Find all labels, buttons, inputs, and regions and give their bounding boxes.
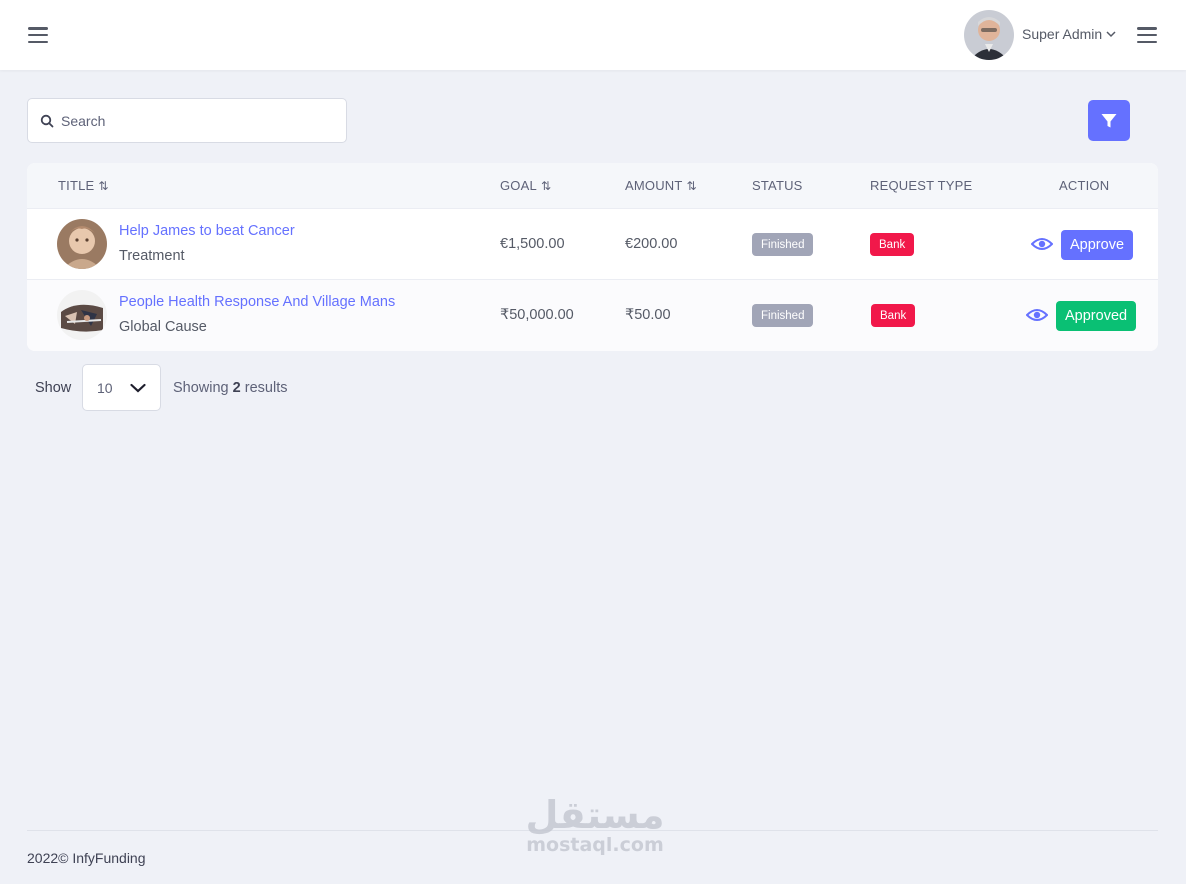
user-menu-dropdown[interactable]: Super Admin	[1022, 26, 1116, 42]
header-menu-hamburger-icon[interactable]	[1137, 27, 1157, 43]
approve-button[interactable]: Approve	[1061, 230, 1134, 260]
per-page-value: 10	[97, 379, 113, 396]
filter-button[interactable]	[1088, 100, 1130, 141]
column-header-title[interactable]: TITLE ⇅	[58, 178, 109, 193]
sort-icon: ⇅	[686, 178, 697, 193]
request-type-badge: Bank	[870, 233, 915, 256]
watermark-logo: مستقل mostaql.com	[525, 793, 665, 856]
eye-icon[interactable]	[1031, 236, 1053, 252]
campaign-title-link[interactable]: Help James to beat Cancer	[119, 223, 295, 239]
sidebar-toggle-hamburger-icon[interactable]	[28, 27, 48, 43]
user-name-label: Super Admin	[1022, 26, 1103, 42]
campaign-category: Treatment	[119, 248, 185, 264]
campaign-title-link[interactable]: People Health Response And Village Mans	[119, 294, 395, 310]
filter-icon	[1101, 113, 1117, 127]
amount-value: ₹50.00	[625, 307, 671, 323]
campaign-requests-table: TITLE ⇅ GOAL ⇅ AMOUNT ⇅ STATUS REQUEST T…	[27, 163, 1158, 351]
campaign-thumbnail	[57, 219, 107, 269]
amount-value: €200.00	[625, 236, 678, 252]
sort-icon: ⇅	[98, 178, 109, 193]
column-header-goal[interactable]: GOAL ⇅	[500, 178, 551, 193]
approved-button[interactable]: Approved	[1056, 301, 1137, 331]
column-header-status: STATUS	[752, 178, 803, 193]
column-header-amount[interactable]: AMOUNT ⇅	[625, 178, 697, 193]
chevron-down-icon	[1106, 31, 1116, 38]
chevron-down-icon	[130, 383, 146, 392]
search-field[interactable]	[27, 98, 347, 143]
request-type-badge: Bank	[871, 304, 916, 327]
eye-icon[interactable]	[1026, 307, 1048, 323]
table-row: Help James to beat Cancer Treatment €1,5…	[27, 209, 1158, 280]
per-page-select[interactable]: 10	[82, 364, 161, 411]
campaign-category: Global Cause	[119, 319, 207, 335]
results-count: 2	[232, 380, 241, 396]
goal-value: €1,500.00	[500, 236, 565, 252]
search-icon	[40, 114, 54, 127]
column-header-request-type: REQUEST TYPE	[870, 178, 973, 193]
status-badge: Finished	[752, 233, 814, 256]
campaign-thumbnail	[57, 290, 107, 340]
show-label: Show	[35, 380, 72, 396]
user-avatar[interactable]	[964, 10, 1014, 60]
results-summary: Showing 2 results	[173, 380, 288, 396]
table-row: People Health Response And Village Mans …	[27, 280, 1158, 351]
table-header: TITLE ⇅ GOAL ⇅ AMOUNT ⇅ STATUS REQUEST T…	[27, 163, 1158, 209]
column-header-action: ACTION	[1059, 178, 1110, 193]
status-badge: Finished	[752, 304, 814, 327]
goal-value: ₹50,000.00	[500, 307, 574, 323]
search-input[interactable]	[61, 112, 331, 129]
footer-copyright: 2022© InfyFunding	[27, 850, 146, 866]
sort-icon: ⇅	[540, 178, 552, 193]
top-navbar: Super Admin	[0, 0, 1186, 70]
